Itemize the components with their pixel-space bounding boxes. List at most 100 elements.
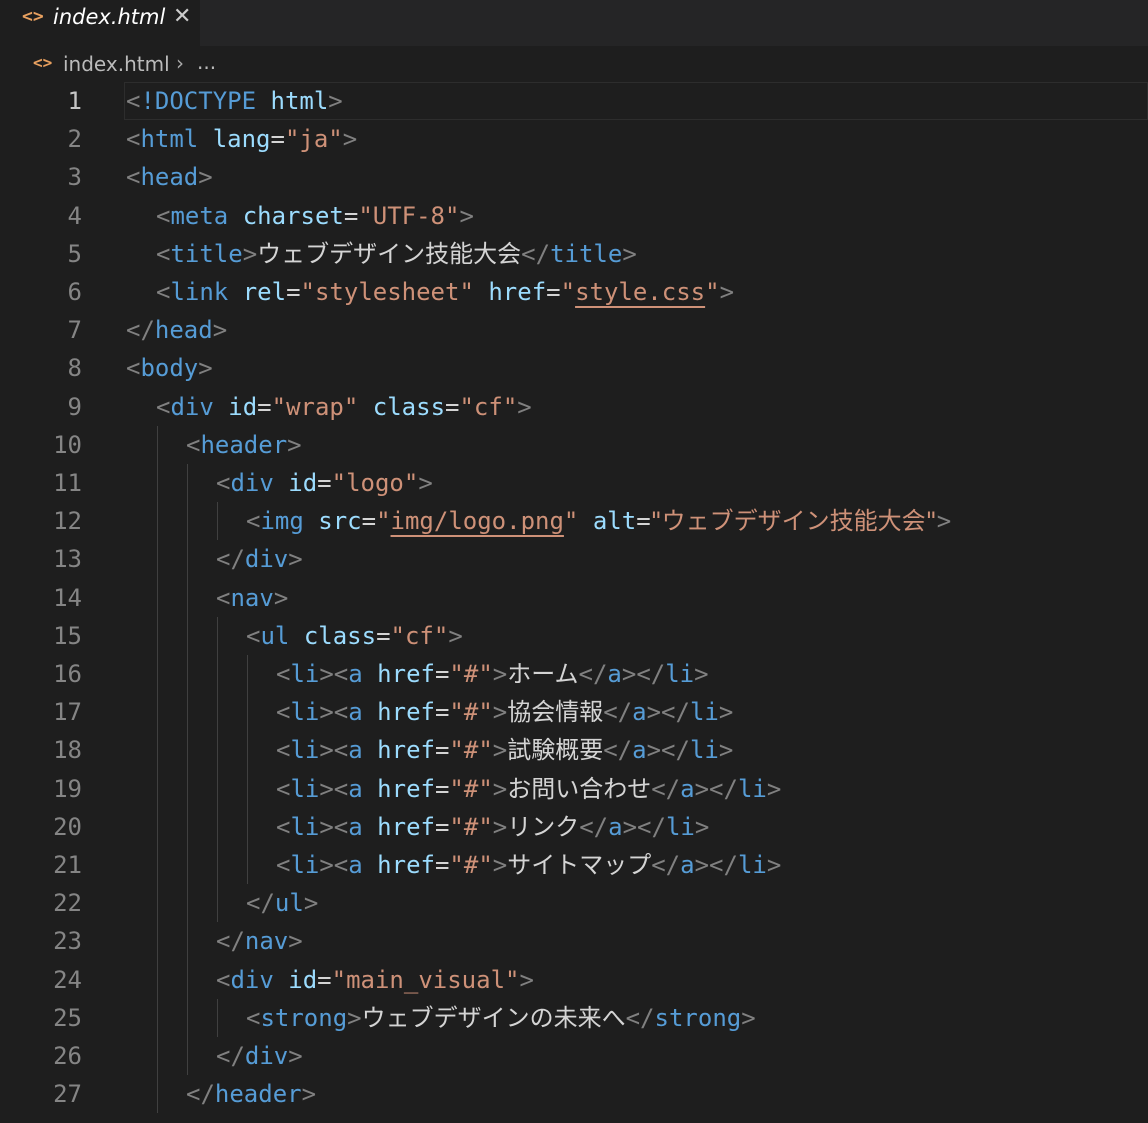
breadcrumb-more[interactable]: ... xyxy=(197,50,216,74)
token-attribute-name: href xyxy=(377,698,435,727)
code-line[interactable]: 15 <ul class="cf"> xyxy=(0,617,1148,655)
code-editor[interactable]: 1 <!DOCTYPE html> 2 <html lang="ja"> 3 <head>… xyxy=(0,82,1148,1123)
token-tag-name: a xyxy=(607,660,622,688)
token-tag-name: div xyxy=(230,965,274,994)
token-punctuation: < xyxy=(246,621,261,650)
code-line[interactable]: 26 </div> xyxy=(0,1037,1148,1075)
code-line[interactable]: 23 </nav> xyxy=(0,922,1148,960)
token-punctuation: </ xyxy=(651,774,681,803)
token-attribute-value: "ウェブデザイン技能大会" xyxy=(650,507,937,536)
code-line[interactable]: 18 <li><a href="#">試験概要</a></li> xyxy=(0,731,1148,769)
code-line[interactable]: 9 <div id="wrap" class="cf"> xyxy=(0,388,1148,426)
code-content: <div id="wrap" class="cf"> xyxy=(156,388,532,426)
code-line[interactable]: 2 <html lang="ja"> xyxy=(0,120,1148,158)
token-tag-name: li xyxy=(290,660,320,688)
token-attribute-value: "ja" xyxy=(284,125,343,154)
line-number: 27 xyxy=(53,1080,82,1109)
token-punctuation: </ xyxy=(578,660,608,688)
code-line[interactable]: 20 <li><a href="#">リンク</a></li> xyxy=(0,808,1148,846)
indent-guide xyxy=(217,616,218,923)
line-number: 7 xyxy=(67,316,82,345)
token-tag-name: a xyxy=(348,812,363,841)
token-tag-name: head xyxy=(154,316,213,345)
code-line[interactable]: 16 <li><a href="#">ホーム</a></li> xyxy=(0,655,1148,693)
code-line[interactable]: 27 </header> xyxy=(0,1075,1148,1113)
code-line[interactable]: 13 </div> xyxy=(0,540,1148,578)
line-number: 1 xyxy=(67,87,82,115)
code-line[interactable]: 14 <nav> xyxy=(0,579,1148,617)
token-punctuation: </ xyxy=(651,851,681,879)
code-line[interactable]: 5 <title>ウェブデザイン技能大会</title> xyxy=(0,235,1148,273)
line-number: 13 xyxy=(53,545,82,574)
token-tag-name: strong xyxy=(654,1003,742,1032)
code-content: <header> xyxy=(186,426,302,464)
token-punctuation: > xyxy=(492,660,508,688)
line-number: 10 xyxy=(53,430,82,459)
code-line[interactable]: 17 <li><a href="#">協会情報</a></li> xyxy=(0,693,1148,731)
code-line[interactable]: 1 <!DOCTYPE html> xyxy=(0,82,1148,120)
code-content: <img src="img/logo.png" alt="ウェブデザイン技能大会… xyxy=(246,502,951,540)
code-content: <!DOCTYPE html> xyxy=(126,82,343,120)
code-line[interactable]: 7 </head> xyxy=(0,311,1148,349)
token-punctuation: > xyxy=(198,163,213,192)
breadcrumb-file[interactable]: index.html xyxy=(63,52,170,76)
close-icon[interactable]: ✕ xyxy=(173,4,191,29)
token-tag-name: li xyxy=(290,698,320,727)
token-punctuation: < xyxy=(156,201,171,230)
code-line[interactable]: 12 <img src="img/logo.png" alt="ウェブデザイン技能… xyxy=(0,502,1148,540)
token-punctuation: >< xyxy=(319,736,349,765)
token-attribute-value: "wrap" xyxy=(271,392,359,421)
token-attribute-name: href xyxy=(377,812,435,841)
code-line[interactable]: 25 <strong>ウェブデザインの未来へ</strong> xyxy=(0,999,1148,1037)
code-content: </head> xyxy=(126,311,227,349)
token-link-path[interactable]: style.css xyxy=(575,278,705,306)
line-number: 14 xyxy=(53,583,82,612)
line-number: 12 xyxy=(53,507,82,536)
code-line[interactable]: 8 <body> xyxy=(0,349,1148,387)
token-tag-name: meta xyxy=(170,201,229,230)
token-punctuation: > xyxy=(273,583,289,612)
token-punctuation: >< xyxy=(319,698,349,727)
indent-guide xyxy=(157,425,158,1114)
token-text: = xyxy=(434,698,450,727)
token-punctuation: </ xyxy=(579,812,609,841)
code-line[interactable]: 10 <header> xyxy=(0,426,1148,464)
tab-index-html[interactable]: <> index.html ✕ xyxy=(0,0,200,46)
code-line[interactable]: 3 <head> xyxy=(0,158,1148,196)
token-tag-name: ul xyxy=(274,889,304,918)
code-line[interactable]: 24 <div id="main_visual"> xyxy=(0,961,1148,999)
token-tag-name: head xyxy=(140,163,199,192)
token-attribute-value: " xyxy=(705,278,720,306)
code-line[interactable]: 22 </ul> xyxy=(0,884,1148,922)
code-line[interactable]: 6 <link rel="stylesheet" href="style.css"… xyxy=(0,273,1148,311)
token-punctuation: > xyxy=(328,87,343,115)
code-line[interactable]: 11 <div id="logo"> xyxy=(0,464,1148,502)
token-punctuation: > xyxy=(418,469,433,497)
code-line[interactable]: 19 <li><a href="#">お問い合わせ</a></li> xyxy=(0,770,1148,808)
code-content: <li><a href="#">サイトマップ</a></li> xyxy=(276,846,781,884)
code-line[interactable]: 4 <meta charset="UTF-8"> xyxy=(0,197,1148,235)
token-punctuation: < xyxy=(126,163,141,192)
line-number: 17 xyxy=(53,698,82,727)
token-tag-name: a xyxy=(632,698,647,727)
token-text: = xyxy=(343,201,359,230)
line-number: 19 xyxy=(53,774,82,803)
token-link-path[interactable]: img/logo.png xyxy=(391,507,564,535)
token-text: サイトマップ xyxy=(507,851,652,879)
token-punctuation: > xyxy=(492,698,508,727)
token-punctuation: > xyxy=(459,201,474,230)
code-line[interactable]: 21 <li><a href="#">サイトマップ</a></li> xyxy=(0,846,1148,884)
code-content: <ul class="cf"> xyxy=(246,617,463,655)
token-tag-name: div xyxy=(230,469,274,497)
html-file-icon: <> xyxy=(22,6,44,27)
token-punctuation: > xyxy=(288,927,303,956)
token-tag-name: html xyxy=(140,125,199,154)
